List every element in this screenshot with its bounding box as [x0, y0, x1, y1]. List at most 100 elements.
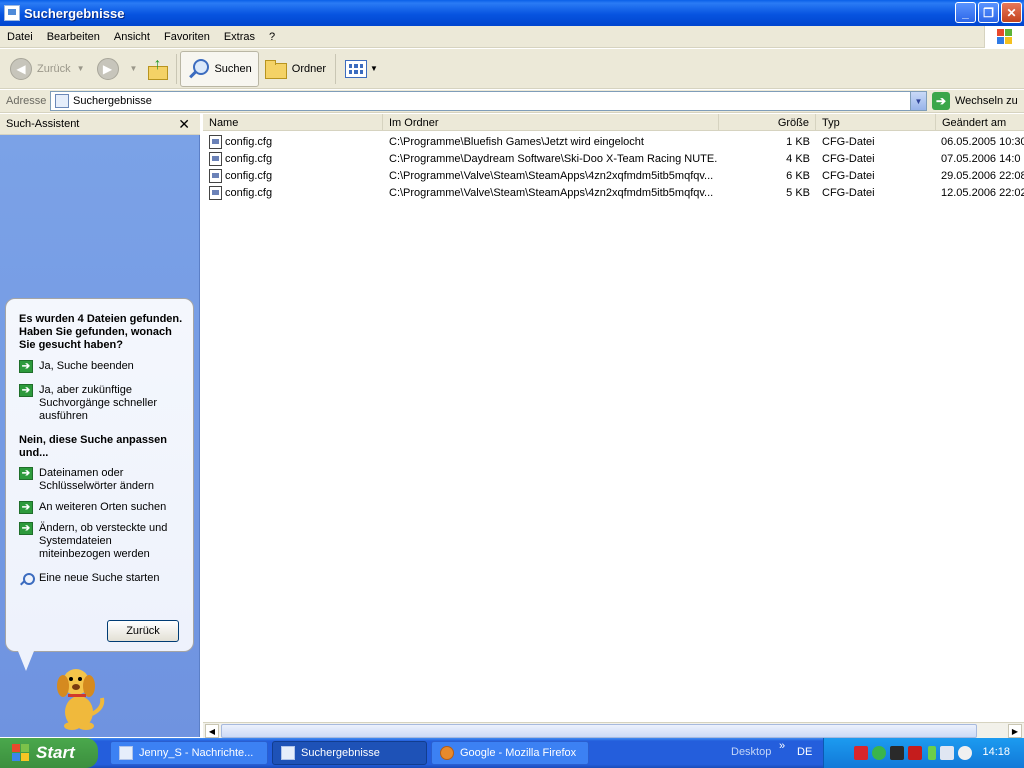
search-button[interactable]: Suchen: [180, 50, 259, 87]
close-pane-icon[interactable]: ✕: [178, 116, 190, 133]
antivirus-tray-icon[interactable]: [854, 746, 868, 760]
file-row[interactable]: config.cfg C:\Programme\Valve\Steam\Stea…: [203, 167, 1024, 184]
column-name[interactable]: Name: [203, 114, 383, 131]
taskbar-item-jenny[interactable]: Jenny_S - Nachrichte...: [110, 741, 268, 765]
windows-flag-logo: [984, 26, 1024, 48]
file-row[interactable]: config.cfg C:\Programme\Daydream Softwar…: [203, 150, 1024, 167]
option-more-locations[interactable]: ➔ An weiteren Orten suchen: [19, 501, 183, 514]
cfg-file-icon: [209, 151, 222, 166]
file-name: config.cfg: [225, 135, 273, 148]
ati-tray-icon[interactable]: [908, 746, 922, 760]
views-button[interactable]: ▼: [339, 51, 384, 87]
file-row[interactable]: config.cfg C:\Programme\Valve\Steam\Stea…: [203, 184, 1024, 201]
forward-dropdown-icon[interactable]: ▼: [130, 64, 138, 73]
menu-help[interactable]: ?: [262, 31, 282, 43]
display-tray-icon[interactable]: [940, 746, 954, 760]
cfg-file-icon: [209, 168, 222, 183]
clock[interactable]: 14:18: [982, 746, 1010, 758]
search-icon: [187, 58, 210, 80]
search-assistant-header: Such-Assistent ✕: [0, 114, 200, 135]
file-type: CFG-Datei: [822, 186, 875, 199]
file-type: CFG-Datei: [822, 152, 875, 165]
option-change-names[interactable]: ➔ Dateinamen oder Schlüsselwörter ändern: [19, 467, 183, 493]
address-dropdown-icon[interactable]: ▼: [910, 92, 926, 110]
option-hidden-files[interactable]: ➔ Ändern, ob versteckte und Systemdateie…: [19, 522, 183, 561]
green-arrow-icon: ➔: [19, 360, 33, 373]
language-indicator[interactable]: DE: [797, 746, 812, 758]
option-label: Eine neue Suche starten: [39, 572, 160, 584]
forward-button[interactable]: ▶ ▼: [91, 51, 144, 87]
search-assistant-pane: Es wurden 4 Dateien gefunden. Haben Sie …: [0, 135, 200, 737]
restore-button[interactable]: ❐: [978, 2, 999, 23]
meter-tray-icon[interactable]: [890, 746, 904, 760]
mail-window-icon: [119, 746, 133, 760]
taskbar-item-firefox[interactable]: Google - Mozilla Firefox: [431, 741, 589, 765]
go-button[interactable]: ➔ Wechseln zu: [932, 91, 1018, 111]
forward-arrow-icon: ▶: [96, 57, 119, 80]
menu-favoriten[interactable]: Favoriten: [157, 31, 217, 43]
file-name: config.cfg: [225, 169, 273, 182]
battery-tray-icon[interactable]: [928, 746, 936, 760]
green-arrow-icon: ➔: [19, 522, 33, 535]
menu-ansicht[interactable]: Ansicht: [107, 31, 157, 43]
network-tray-icon[interactable]: [872, 746, 886, 760]
option-label: Dateinamen oder Schlüsselwörter ändern: [39, 467, 154, 492]
address-value: Suchergebnisse: [73, 95, 152, 107]
folders-button[interactable]: Ordner: [259, 51, 332, 87]
address-bar: Adresse Suchergebnisse ▼ ➔ Wechseln zu: [0, 90, 1024, 113]
title-bar: Suchergebnisse _ ❐ ✕: [0, 0, 1024, 26]
file-size: 4 KB: [786, 152, 810, 165]
address-field[interactable]: Suchergebnisse ▼: [50, 91, 927, 111]
option-faster-search[interactable]: ➔ Ja, aber zukünftige Suchvorgänge schne…: [19, 384, 183, 423]
start-button[interactable]: Start: [0, 738, 98, 768]
option-label: Ja, Suche beenden: [39, 360, 134, 372]
column-size[interactable]: Größe: [719, 114, 816, 131]
menu-bearbeiten[interactable]: Bearbeiten: [40, 31, 107, 43]
cfg-file-icon: [209, 185, 222, 200]
file-folder: C:\Programme\Daydream Software\Ski-Doo X…: [389, 152, 717, 165]
file-size: 5 KB: [786, 186, 810, 199]
file-name-cell: config.cfg: [209, 134, 273, 149]
task-label: Suchergebnisse: [301, 747, 380, 759]
start-label: Start: [36, 743, 75, 762]
go-arrow-icon: ➔: [932, 92, 950, 110]
menu-datei[interactable]: Datei: [0, 31, 40, 43]
back-button[interactable]: ◀ Zurück ▼: [4, 51, 91, 87]
option-label: An weiteren Orten suchen: [39, 501, 167, 513]
horizontal-scrollbar[interactable]: ◀ ▶: [203, 722, 1024, 738]
column-type[interactable]: Typ: [816, 114, 936, 131]
folders-label: Ordner: [291, 62, 327, 75]
menu-extras[interactable]: Extras: [217, 31, 262, 43]
taskbar-item-search-results[interactable]: Suchergebnisse: [272, 741, 427, 765]
taskbar: Start Jenny_S - Nachrichte... Suchergebn…: [0, 738, 1024, 768]
file-row[interactable]: config.cfg C:\Programme\Bluefish Games\J…: [203, 133, 1024, 150]
search-results-window-icon: [4, 5, 20, 21]
file-name-cell: config.cfg: [209, 151, 272, 166]
scroll-thumb[interactable]: [221, 724, 977, 738]
green-arrow-icon: ➔: [19, 467, 33, 480]
column-modified[interactable]: Geändert am: [936, 114, 1024, 131]
column-folder[interactable]: Im Ordner: [383, 114, 719, 131]
file-modified: 12.05.2006 22:02: [941, 186, 1024, 199]
file-modified: 29.05.2006 22:08: [941, 169, 1024, 182]
desktop-toolbar-label[interactable]: Desktop: [731, 746, 771, 758]
volume-tray-icon[interactable]: [958, 746, 972, 760]
close-button[interactable]: ✕: [1001, 2, 1022, 23]
file-folder: C:\Programme\Valve\Steam\SteamApps\4zn2x…: [389, 169, 714, 182]
file-folder: C:\Programme\Bluefish Games\Jetzt wird e…: [389, 135, 644, 148]
folder-up-icon[interactable]: [147, 56, 169, 80]
assistant-back-button[interactable]: Zurück: [107, 620, 179, 642]
file-name: config.cfg: [225, 186, 273, 199]
file-type: CFG-Datei: [822, 135, 875, 148]
scroll-left-icon[interactable]: ◀: [205, 724, 219, 738]
views-dropdown-icon[interactable]: ▼: [370, 64, 378, 73]
option-stop-search[interactable]: ➔ Ja, Suche beenden: [19, 360, 183, 373]
scroll-right-icon[interactable]: ▶: [1008, 724, 1022, 738]
file-list: config.cfg C:\Programme\Bluefish Games\J…: [203, 132, 1024, 722]
back-dropdown-icon[interactable]: ▼: [77, 64, 85, 73]
option-new-search[interactable]: Eine neue Suche starten: [19, 572, 183, 586]
go-label: Wechseln zu: [955, 95, 1018, 107]
toolbar-chevron-icon[interactable]: »: [779, 740, 785, 752]
minimize-button[interactable]: _: [955, 2, 976, 23]
views-icon: [345, 59, 368, 78]
